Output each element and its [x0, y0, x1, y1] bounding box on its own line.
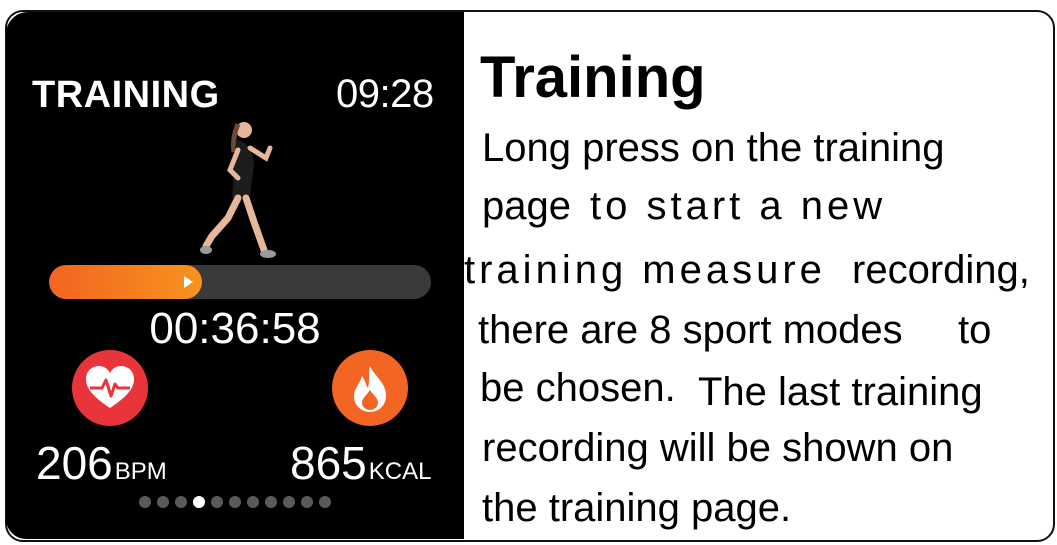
page-dot: [283, 496, 295, 508]
training-progress-bar: [49, 265, 431, 299]
page-dot: [247, 496, 259, 508]
page-dot: [229, 496, 241, 508]
description-line: to: [958, 308, 992, 352]
description-line: be chosen.: [480, 366, 676, 410]
description-line: Long press on the training: [482, 126, 945, 170]
description-line: there are 8 sport modes: [478, 308, 903, 352]
heart-rate-icon: [72, 350, 148, 426]
watch-screen: TRAINING 09:28 00:36:58 206BPM 865KCAL: [6, 12, 464, 539]
description-line: the training page.: [482, 486, 792, 530]
description-line: to start a new: [590, 184, 887, 228]
page-dot: [211, 496, 223, 508]
description-title: Training: [480, 45, 706, 110]
page-dot: [265, 496, 277, 508]
runner-illustration: [200, 122, 276, 258]
heart-rate-stat: 206BPM: [36, 436, 167, 490]
description-line: training measure: [464, 248, 826, 292]
calories-stat: 865KCAL: [290, 436, 431, 490]
description-line: page: [482, 184, 571, 228]
page-indicator: [6, 496, 464, 508]
watch-title: TRAINING: [32, 74, 220, 116]
training-duration: 00:36:58: [149, 304, 321, 353]
progress-fill: [49, 265, 202, 299]
heart-rate-value: 206: [36, 437, 113, 489]
heart-rate-unit: BPM: [114, 458, 167, 485]
calories-value: 865: [290, 437, 367, 489]
page-dot: [139, 496, 151, 508]
flame-icon: [332, 350, 408, 426]
calories-unit: KCAL: [368, 458, 432, 485]
page-dot-active: [193, 496, 205, 508]
page-dot: [157, 496, 169, 508]
description-line: The last training: [698, 370, 983, 414]
description-line: recording,: [852, 248, 1030, 292]
watch-clock: 09:28: [336, 72, 434, 116]
description-line: recording will be shown on: [482, 426, 954, 470]
page-dot: [319, 496, 331, 508]
play-icon: [183, 276, 193, 288]
page-dot: [175, 496, 187, 508]
page-dot: [301, 496, 313, 508]
